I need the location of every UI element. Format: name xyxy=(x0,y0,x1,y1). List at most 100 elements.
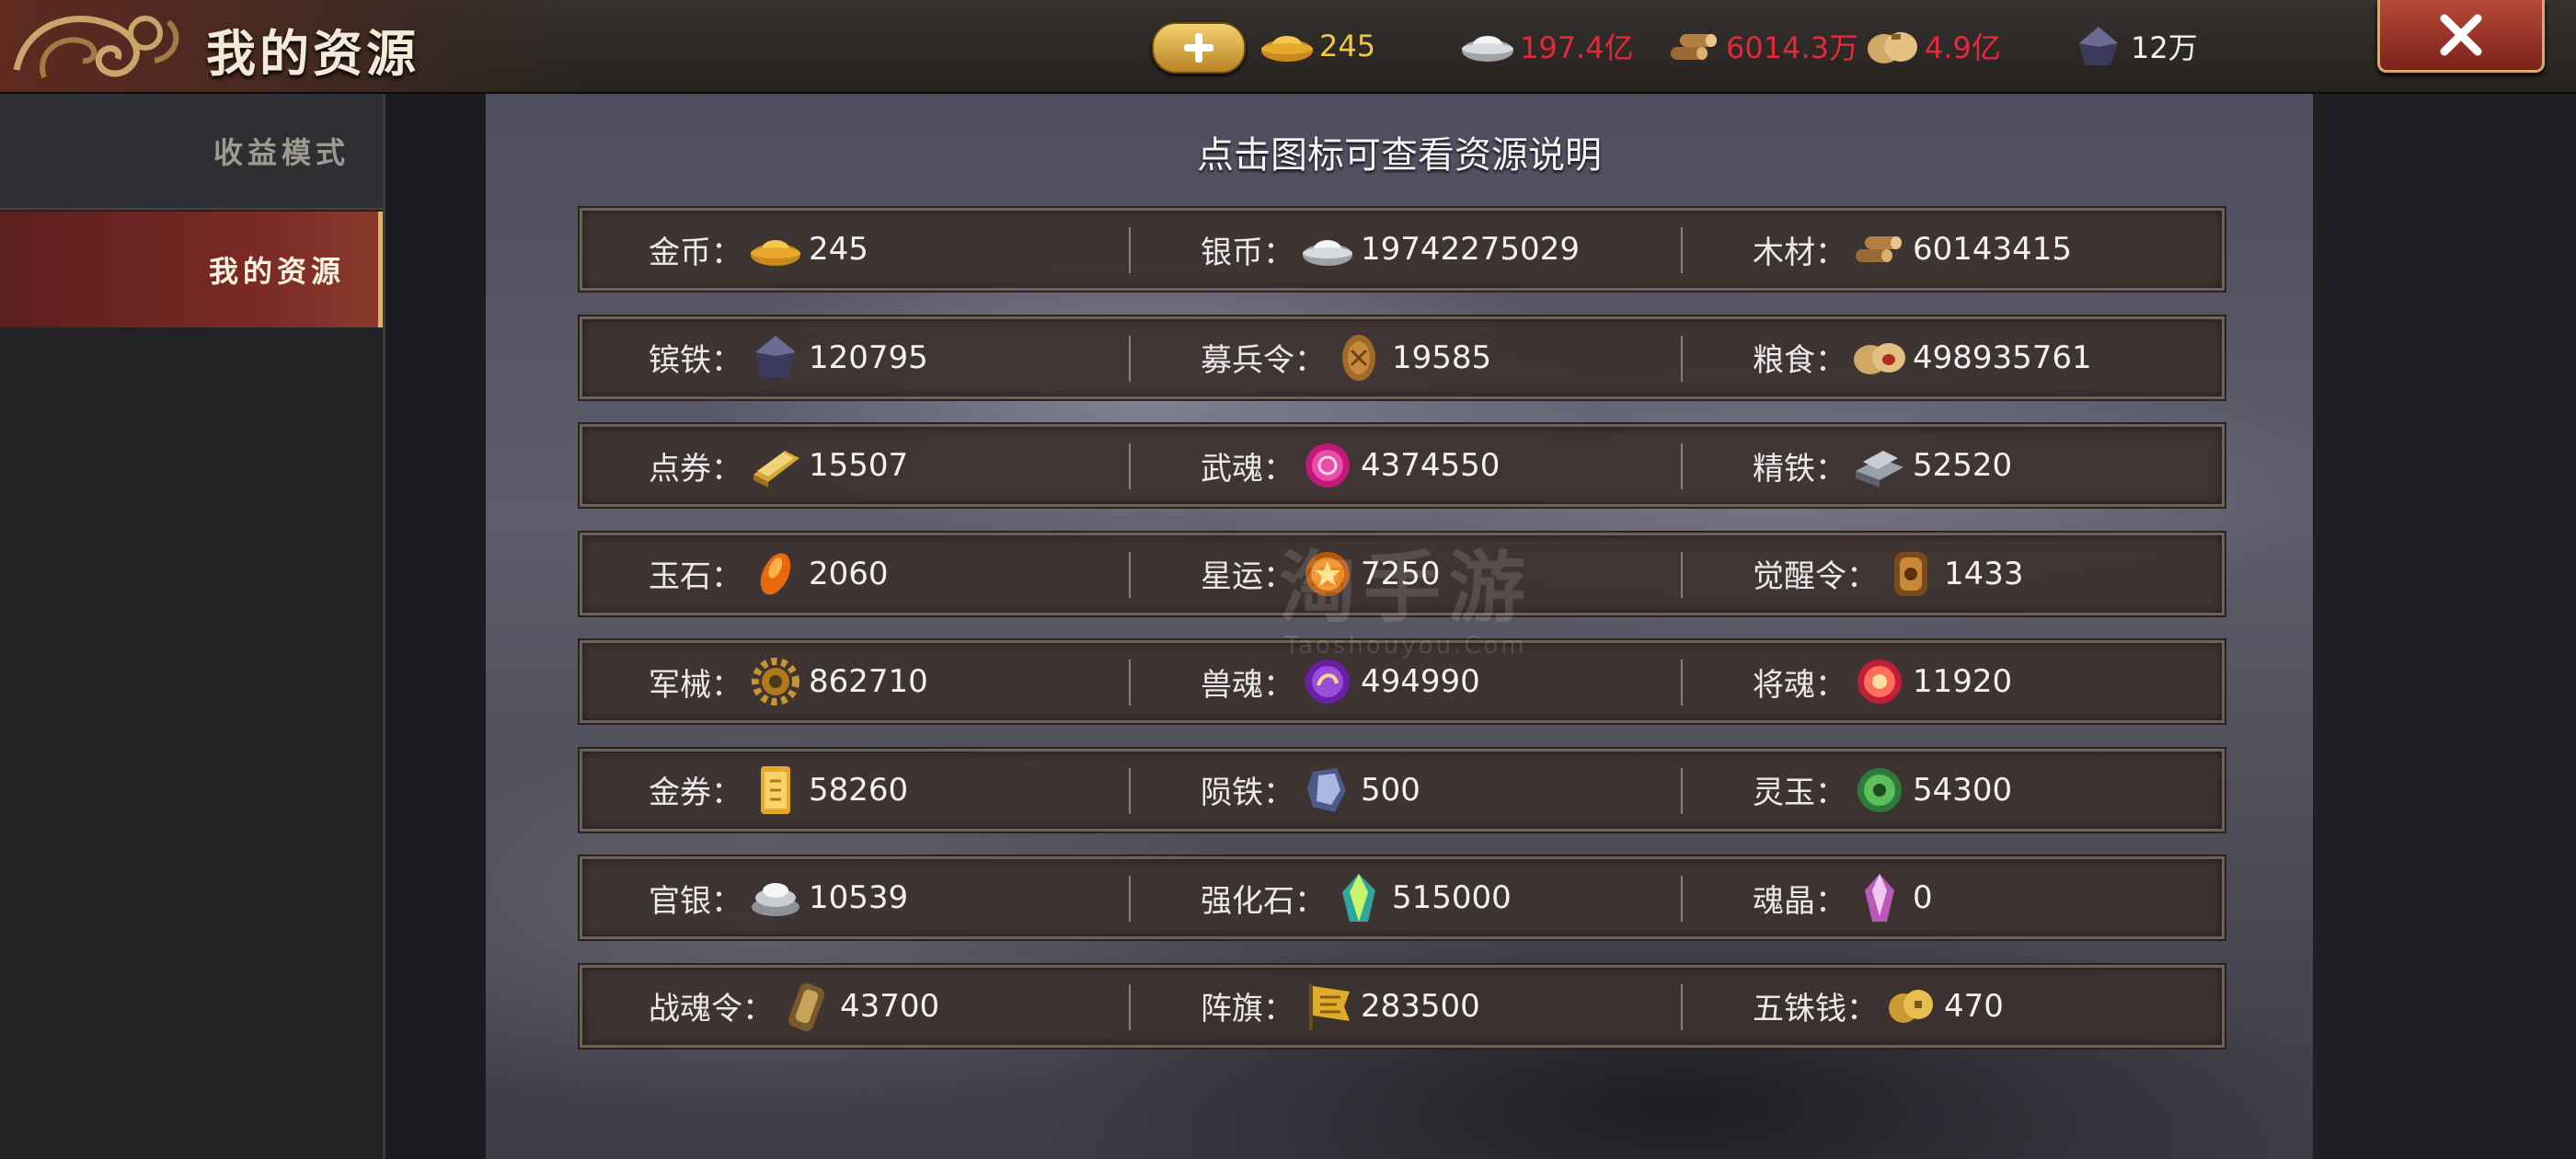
column-divider xyxy=(1129,335,1131,382)
gold-scroll-icon[interactable] xyxy=(748,763,803,818)
top-bar: 我的资源 245 197.4亿 6014.3万 4.9亿 12万 xyxy=(0,0,2576,94)
resource-item: 木材： 60143415 xyxy=(1753,211,2072,288)
column-divider xyxy=(1129,551,1131,598)
soul-crystal-icon[interactable] xyxy=(1852,870,1907,925)
resource-row: 官银： 10539 强化石： 515000 魂晶： 0 xyxy=(580,856,2225,939)
resource-label: 镔铁： xyxy=(649,342,742,379)
iron-ore-icon[interactable] xyxy=(748,330,803,385)
resource-label: 官银： xyxy=(649,882,742,920)
resource-item: 金券： 58260 xyxy=(649,752,908,829)
resource-item: 兽魂： 494990 xyxy=(1201,643,1480,720)
topbar-gold-value: 245 xyxy=(1319,29,1376,63)
column-divider xyxy=(1681,767,1683,814)
resource-item: 官银： 10539 xyxy=(649,859,908,936)
resource-label: 魂晶： xyxy=(1753,882,1846,920)
resource-panel: 点击图标可查看资源说明 金币： 245 银币： 19742275029 木材： 60143… xyxy=(486,94,2313,1159)
resource-value: 1433 xyxy=(1944,555,2024,592)
resource-item: 粮食： 498935761 xyxy=(1753,319,2092,396)
gold-ingot-icon[interactable] xyxy=(748,222,803,277)
resource-item: 陨铁： 500 xyxy=(1201,752,1420,829)
topbar-iron[interactable]: 12万 xyxy=(2070,18,2198,74)
resource-value: 15507 xyxy=(809,447,909,484)
enhance-stone-icon[interactable] xyxy=(1331,870,1386,925)
resource-value: 470 xyxy=(1944,987,2004,1025)
resource-item: 五铢钱： 470 xyxy=(1753,968,2004,1045)
page-title: 我的资源 xyxy=(206,24,420,83)
sidebar: 收益模式 我的资源 xyxy=(0,94,385,1159)
wuzhu-coins-icon[interactable] xyxy=(1883,979,1938,1034)
column-divider xyxy=(1129,227,1131,273)
resource-row: 金券： 58260 陨铁： 500 灵玉： 54300 xyxy=(580,748,2225,832)
resource-label: 精铁： xyxy=(1753,450,1846,488)
resource-item: 精铁： 52520 xyxy=(1753,427,2012,504)
resource-label: 军械： xyxy=(649,666,742,704)
grain-sack-icon[interactable] xyxy=(1852,330,1907,385)
column-divider xyxy=(1129,767,1131,814)
iron-ore-icon xyxy=(2079,27,2118,65)
resource-item: 强化石： 515000 xyxy=(1201,859,1512,936)
silver-ingot-icon[interactable] xyxy=(1300,222,1355,277)
gold-ingot-icon xyxy=(1261,36,1313,62)
column-divider xyxy=(1129,660,1131,706)
resource-item: 银币： 19742275029 xyxy=(1201,211,1580,288)
resource-label: 战魂令： xyxy=(649,991,774,1027)
column-divider xyxy=(1129,876,1131,922)
resource-item: 武魂： 4374550 xyxy=(1201,427,1500,504)
topbar-gold[interactable]: 245 xyxy=(1259,18,1375,74)
resource-value: 7250 xyxy=(1361,555,1441,592)
topbar-silver-value: 197.4亿 xyxy=(1520,30,1634,65)
star-fortune-icon[interactable] xyxy=(1300,546,1355,602)
resource-item: 将魂： 11920 xyxy=(1753,643,2012,720)
resource-row: 军械： 862710 兽魂： 494990 将魂： 11920 xyxy=(580,640,2225,723)
war-soul-token-icon[interactable] xyxy=(779,979,834,1034)
wood-logs-icon[interactable] xyxy=(1852,222,1907,277)
add-gold-button[interactable] xyxy=(1152,22,1246,74)
column-divider xyxy=(1681,551,1683,598)
resource-label: 阵旗： xyxy=(1201,991,1294,1027)
wood-logs-icon xyxy=(1671,34,1717,60)
resource-value: 58260 xyxy=(809,771,909,809)
resource-item: 阵旗： 283500 xyxy=(1201,968,1480,1045)
jade-stone-icon[interactable] xyxy=(748,546,803,602)
resource-value: 43700 xyxy=(840,987,940,1025)
dragon-emblem-icon xyxy=(13,15,179,79)
refined-iron-icon[interactable] xyxy=(1852,438,1907,493)
resource-value: 52520 xyxy=(1913,447,2013,484)
battle-flag-icon[interactable] xyxy=(1300,979,1355,1034)
resource-value: 4374550 xyxy=(1361,447,1501,484)
sidebar-tab-my-resources[interactable]: 我的资源 xyxy=(0,212,383,327)
resource-item: 玉石： 2060 xyxy=(649,535,889,613)
official-silver-icon[interactable] xyxy=(748,870,803,925)
resource-value: 19585 xyxy=(1392,339,1492,376)
martial-soul-icon[interactable] xyxy=(1300,438,1355,493)
resource-value: 2060 xyxy=(809,555,889,592)
resource-row: 金币： 245 银币： 19742275029 木材： 60143415 xyxy=(580,208,2225,291)
topbar-silver[interactable]: 197.4亿 xyxy=(1459,18,1634,74)
resource-label: 金券： xyxy=(649,775,742,811)
meteor-iron-icon[interactable] xyxy=(1300,763,1355,818)
resource-value: 10539 xyxy=(809,879,909,916)
topbar-iron-value: 12万 xyxy=(2131,30,2198,65)
awaken-token-icon[interactable] xyxy=(1883,546,1938,602)
resource-label: 银币： xyxy=(1201,234,1294,271)
resource-row: 玉石： 2060 星运： 7250 觉醒令： 1433 xyxy=(580,532,2225,615)
resource-label: 强化石： xyxy=(1201,882,1326,920)
resource-item: 战魂令： 43700 xyxy=(649,968,939,1045)
gear-icon[interactable] xyxy=(748,654,803,709)
topbar-grain[interactable]: 4.9亿 xyxy=(1864,18,2001,74)
general-soul-icon[interactable] xyxy=(1852,654,1907,709)
recruit-token-icon[interactable] xyxy=(1331,330,1386,385)
resource-label: 武魂： xyxy=(1201,450,1294,488)
resource-label: 金币： xyxy=(649,234,742,271)
sidebar-tab-income-mode[interactable]: 收益模式 xyxy=(0,94,383,210)
resource-item: 镔铁： 120795 xyxy=(649,319,928,396)
resource-item: 点券： 15507 xyxy=(649,427,908,504)
plus-icon xyxy=(1184,33,1213,63)
topbar-wood[interactable]: 6014.3万 xyxy=(1665,18,1858,74)
close-button[interactable] xyxy=(2377,0,2545,73)
spirit-jade-icon[interactable] xyxy=(1852,763,1907,818)
beast-soul-icon[interactable] xyxy=(1300,654,1355,709)
resource-item: 星运： 7250 xyxy=(1201,535,1441,613)
column-divider xyxy=(1681,335,1683,382)
gold-bars-icon[interactable] xyxy=(748,438,803,493)
